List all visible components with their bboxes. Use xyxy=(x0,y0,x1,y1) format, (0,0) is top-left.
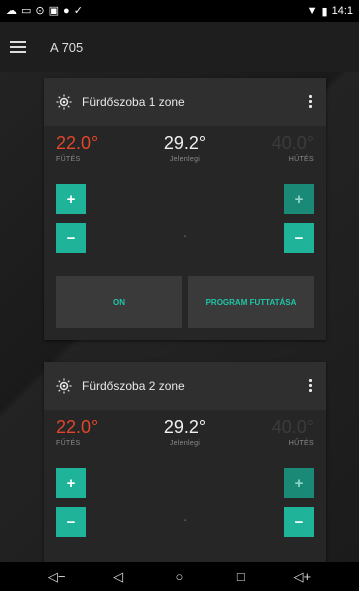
cooling-value: 40.0° xyxy=(271,417,314,437)
cooling-label: HŰTÉS xyxy=(288,156,314,163)
temperature-row: 22.0° FŰTÉS 29.2° Jelenlegi 40.0° HŰTÉS xyxy=(44,126,326,178)
status-time: 14:1 xyxy=(331,5,353,17)
zone-card-1: Fürdőszoba 1 zone 22.0° FŰTÉS 29.2° Jele… xyxy=(44,78,326,340)
home-button[interactable]: ○ xyxy=(167,569,191,584)
zone-card-header: Fürdőszoba 2 zone xyxy=(44,362,326,410)
current-value: 29.2° xyxy=(163,417,207,437)
cooling-setpoint: 40.0° HŰTÉS xyxy=(228,132,314,178)
current-value: 29.2° xyxy=(163,133,207,153)
setpoint-controls: + − - + − xyxy=(44,178,326,276)
current-temperature: 29.2° Jelenlegi xyxy=(142,416,228,462)
zone-card-header: Fürdőszoba 1 zone xyxy=(44,78,326,126)
cloud-icon: ☁ xyxy=(6,4,17,17)
zone-card-2: Fürdőszoba 2 zone 22.0° FŰTÉS 29.2° Jele… xyxy=(44,362,326,562)
heating-plus-button[interactable]: + xyxy=(56,468,86,498)
app-bar: A 705 xyxy=(0,22,359,72)
run-program-button[interactable]: PROGRAM FUTTATÁSA xyxy=(188,276,314,328)
action-row: ON PROGRAM FUTTATÁSA xyxy=(44,276,326,328)
current-label: Jelenlegi xyxy=(169,440,201,447)
heating-label: FŰTÉS xyxy=(56,156,81,163)
more-options-icon[interactable] xyxy=(309,379,312,392)
check-icon: ✓ xyxy=(73,4,83,17)
temperature-row: 22.0° FŰTÉS 29.2° Jelenlegi 40.0° HŰTÉS xyxy=(44,410,326,462)
heating-value: 22.0° xyxy=(56,417,99,437)
cooling-setpoint: 40.0° HŰTÉS xyxy=(228,416,314,462)
heating-value: 22.0° xyxy=(56,133,99,153)
cast-icon: ▭ xyxy=(21,4,32,17)
circle-icon: ⊙ xyxy=(35,4,45,17)
on-button[interactable]: ON xyxy=(56,276,182,328)
system-nav-bar: ◁− ◁ ○ □ ◁+ xyxy=(0,562,359,591)
cooling-plus-button[interactable]: + xyxy=(284,184,314,214)
volume-up-button[interactable]: ◁+ xyxy=(290,569,314,585)
volume-down-button[interactable]: ◁− xyxy=(45,569,69,585)
cooling-value: 40.0° xyxy=(271,133,314,153)
cooling-minus-button[interactable]: − xyxy=(284,507,314,537)
heating-setpoint: 22.0° FŰTÉS xyxy=(56,416,142,462)
thermostat-sun-icon xyxy=(56,94,72,110)
heating-setpoint: 22.0° FŰTÉS xyxy=(56,132,142,178)
zone-title: Fürdőszoba 1 zone xyxy=(82,95,185,109)
current-temperature: 29.2° Jelenlegi xyxy=(142,132,228,178)
cooling-plus-button[interactable]: + xyxy=(284,468,314,498)
more-options-icon[interactable] xyxy=(309,95,312,108)
status-left-icons: ☁ ▭ ⊙ ▣ ● ✓ xyxy=(6,4,83,17)
app-title: A 705 xyxy=(50,39,84,55)
zone-title: Fürdőszoba 2 zone xyxy=(82,379,185,393)
heating-label: FŰTÉS xyxy=(56,440,81,447)
image-icon: ▣ xyxy=(48,4,60,17)
cooling-minus-button[interactable]: − xyxy=(284,223,314,253)
thermostat-sun-icon xyxy=(56,378,72,394)
status-bar: ☁ ▭ ⊙ ▣ ● ✓ ▼ ▮ 14:1 xyxy=(0,0,359,22)
status-right: ▼ ▮ 14:1 xyxy=(307,5,353,18)
recents-button[interactable]: □ xyxy=(229,569,253,584)
current-label: Jelenlegi xyxy=(169,156,201,163)
back-button[interactable]: ◁ xyxy=(106,569,130,585)
battery-icon: ▮ xyxy=(321,5,328,18)
dot-icon: ● xyxy=(63,4,70,17)
zone-list[interactable]: Fürdőszoba 1 zone 22.0° FŰTÉS 29.2° Jele… xyxy=(0,72,359,562)
menu-icon[interactable] xyxy=(10,41,26,53)
wifi-icon: ▼ xyxy=(306,5,318,17)
heating-plus-button[interactable]: + xyxy=(56,184,86,214)
setpoint-controls: + − - + − xyxy=(44,462,326,560)
cooling-label: HŰTÉS xyxy=(288,440,314,447)
